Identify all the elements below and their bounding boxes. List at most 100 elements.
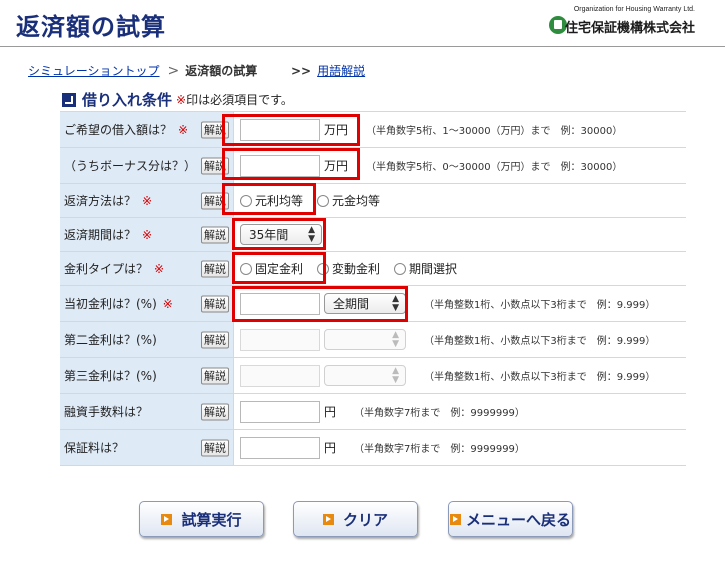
help-button-rate-type[interactable]: 解説 bbox=[201, 260, 229, 277]
label-text: 融資手数料は？ bbox=[64, 405, 149, 419]
breadcrumb: シミュレーショントップ > 返済額の試算 >> 用語解説 bbox=[28, 62, 365, 79]
input-hint: （半角数字5桁、1〜30000（万円）まで 例：30000） bbox=[366, 126, 623, 137]
calculate-label: 試算実行 bbox=[181, 510, 242, 529]
radio-period-select[interactable]: 期間選択 bbox=[394, 260, 457, 277]
row-guarantee-fee: 保証料は？ 解説 円 （半角数字7桁まで 例：9999999） bbox=[60, 430, 686, 466]
breadcrumb-separator: > bbox=[167, 62, 180, 79]
row-initial-rate: 当初金利は？(%) ※ 解説 全期間 ▲ ▼ （半角整数1桁、小数点以下3桁まで 例：… bbox=[60, 286, 686, 322]
radio-label: 元利均等 bbox=[255, 194, 304, 208]
back-to-menu-button[interactable]: メニューへ戻る bbox=[448, 501, 573, 537]
input-hint: （半角整数1桁、小数点以下3桁まで 例：9.999） bbox=[424, 300, 656, 311]
required-mark: ※ bbox=[176, 93, 187, 107]
guarantee-fee-input[interactable] bbox=[240, 436, 320, 459]
section-header: 借り入れ条件 ※印は必須項目です。 bbox=[62, 89, 293, 110]
help-button-loan-fee[interactable]: 解説 bbox=[201, 403, 229, 420]
value-second-rate: ▲ ▼ （半角整数1桁、小数点以下3桁まで 例：9.999） bbox=[234, 322, 686, 357]
repayment-period-select[interactable]: 35年間 ▲ ▼ bbox=[240, 224, 322, 245]
input-hint: （半角数字7桁まで 例：9999999） bbox=[354, 408, 525, 419]
radio-label: 変動金利 bbox=[332, 262, 381, 276]
label-text: 返済期間は？ bbox=[64, 228, 137, 242]
row-loan-fee: 融資手数料は？ 解説 円 （半角数字7桁まで 例：9999999） bbox=[60, 394, 686, 430]
value-guarantee-fee: 円 （半角数字7桁まで 例：9999999） bbox=[234, 430, 686, 465]
row-repayment-method: 返済方法は？ ※ 解説 元利均等 元金均等 bbox=[60, 184, 686, 218]
label-text: （うちボーナス分は？） bbox=[64, 159, 197, 173]
page-title: 返済額の試算 bbox=[16, 13, 166, 41]
loan-conditions-form: ご希望の借入額は？ ※ 解説 万円 （半角数字5桁、1〜30000（万円）まで 例… bbox=[60, 111, 686, 466]
term-glossary-link[interactable]: 用語解説 bbox=[317, 64, 365, 78]
help-button-loan-amount[interactable]: 解説 bbox=[201, 121, 229, 138]
value-third-rate: ▲ ▼ （半角整数1桁、小数点以下3桁まで 例：9.999） bbox=[234, 358, 686, 393]
value-loan-fee: 円 （半角数字7桁まで 例：9999999） bbox=[234, 394, 686, 429]
arrow-right-icon bbox=[449, 513, 461, 525]
clear-label: クリア bbox=[342, 510, 388, 529]
radio-label: 元金均等 bbox=[332, 194, 381, 208]
label-text: 第三金利は？(%) bbox=[64, 369, 157, 383]
radio-circle-icon[interactable] bbox=[317, 194, 330, 207]
term-link-group: >> 用語解説 bbox=[291, 62, 365, 79]
help-button-second-rate[interactable]: 解説 bbox=[201, 331, 229, 348]
third-rate-period-select[interactable]: ▲ ▼ bbox=[324, 365, 406, 386]
repayment-method-radios: 元利均等 元金均等 bbox=[240, 192, 388, 209]
label-text: 第二金利は？(%) bbox=[64, 333, 157, 347]
initial-rate-input[interactable] bbox=[240, 292, 320, 315]
select-arrows-icon: ▲ ▼ bbox=[392, 293, 399, 313]
loan-fee-input[interactable] bbox=[240, 400, 320, 423]
radio-circle-icon[interactable] bbox=[394, 262, 407, 275]
second-rate-input[interactable] bbox=[240, 328, 320, 351]
radio-circle-icon[interactable] bbox=[240, 262, 252, 275]
radio-label: 固定金利 bbox=[255, 262, 304, 276]
help-button-guarantee-fee[interactable]: 解説 bbox=[201, 439, 229, 456]
bonus-amount-input[interactable] bbox=[240, 154, 320, 177]
select-arrows-icon: ▲ ▼ bbox=[392, 329, 399, 349]
help-button-initial-rate[interactable]: 解説 bbox=[201, 295, 229, 312]
loan-amount-input[interactable] bbox=[240, 118, 320, 141]
row-rate-type: 金利タイプは？ ※ 解説 固定金利 変動金利 期間選択 bbox=[60, 252, 686, 286]
label-text: 当初金利は？(%) bbox=[64, 297, 157, 311]
org-name: 住宅保証機構株式会社 bbox=[564, 21, 695, 36]
radio-variable-rate[interactable]: 変動金利 bbox=[317, 260, 380, 277]
breadcrumb-home-link[interactable]: シミュレーショントップ bbox=[28, 62, 160, 79]
radio-fixed-rate[interactable]: 固定金利 bbox=[240, 260, 303, 277]
help-button-third-rate[interactable]: 解説 bbox=[201, 367, 229, 384]
unit-label: 万円 bbox=[324, 159, 349, 173]
row-second-rate: 第二金利は？(%) 解説 ▲ ▼ （半角整数1桁、小数点以下3桁まで 例：9.99… bbox=[60, 322, 686, 358]
value-repayment-method: 元利均等 元金均等 bbox=[234, 184, 686, 217]
unit-label: 円 bbox=[324, 405, 337, 419]
input-hint: （半角数字7桁まで 例：9999999） bbox=[354, 444, 525, 455]
required-mark: ※ bbox=[162, 296, 173, 311]
unit-label: 万円 bbox=[324, 123, 349, 137]
org-english-name: Organization for Housing Warranty Ltd. bbox=[573, 6, 695, 13]
value-rate-type: 固定金利 変動金利 期間選択 bbox=[234, 252, 686, 285]
value-loan-amount: 万円 （半角数字5桁、1〜30000（万円）まで 例：30000） bbox=[234, 112, 686, 147]
radio-label: 期間選択 bbox=[409, 262, 458, 276]
section-note: ※印は必須項目です。 bbox=[176, 91, 293, 108]
row-bonus-amount: （うちボーナス分は？） 解説 万円 （半角数字5桁、0〜30000（万円）まで … bbox=[60, 148, 686, 184]
unit-label: 円 bbox=[324, 441, 337, 455]
page-header: 返済額の試算 Organization for Housing Warranty… bbox=[0, 0, 725, 47]
select-arrows-icon: ▲ ▼ bbox=[392, 365, 399, 385]
radio-circle-icon[interactable] bbox=[240, 194, 252, 207]
third-rate-input[interactable] bbox=[240, 364, 320, 387]
value-bonus-amount: 万円 （半角数字5桁、0〜30000（万円）まで 例：30000） bbox=[234, 148, 686, 183]
help-button-repayment-method[interactable]: 解説 bbox=[201, 192, 229, 209]
section-title: 借り入れ条件 bbox=[82, 91, 173, 109]
clear-button[interactable]: クリア bbox=[293, 501, 418, 537]
label-text: 返済方法は？ bbox=[64, 194, 137, 208]
radio-equal-principal[interactable]: 元金均等 bbox=[317, 192, 380, 209]
initial-rate-period-select[interactable]: 全期間 ▲ ▼ bbox=[324, 293, 406, 314]
calculate-button[interactable]: 試算実行 bbox=[139, 501, 264, 537]
help-button-bonus[interactable]: 解説 bbox=[201, 157, 229, 174]
label-text: ご希望の借入額は？ bbox=[64, 123, 173, 137]
arrow-right-icon bbox=[322, 513, 334, 525]
row-repayment-period: 返済期間は？ ※ 解説 35年間 ▲ ▼ bbox=[60, 218, 686, 252]
label-text: 金利タイプは？ bbox=[64, 262, 149, 276]
rate-type-radios: 固定金利 変動金利 期間選択 bbox=[240, 260, 465, 277]
radio-circle-icon[interactable] bbox=[317, 262, 330, 275]
select-value: 35年間 bbox=[249, 228, 289, 242]
second-rate-period-select[interactable]: ▲ ▼ bbox=[324, 329, 406, 350]
required-mark: ※ bbox=[142, 193, 153, 208]
help-button-repayment-period[interactable]: 解説 bbox=[201, 226, 229, 243]
label-text: 保証料は？ bbox=[64, 441, 125, 455]
required-mark: ※ bbox=[178, 122, 189, 137]
radio-equal-payment[interactable]: 元利均等 bbox=[240, 192, 303, 209]
